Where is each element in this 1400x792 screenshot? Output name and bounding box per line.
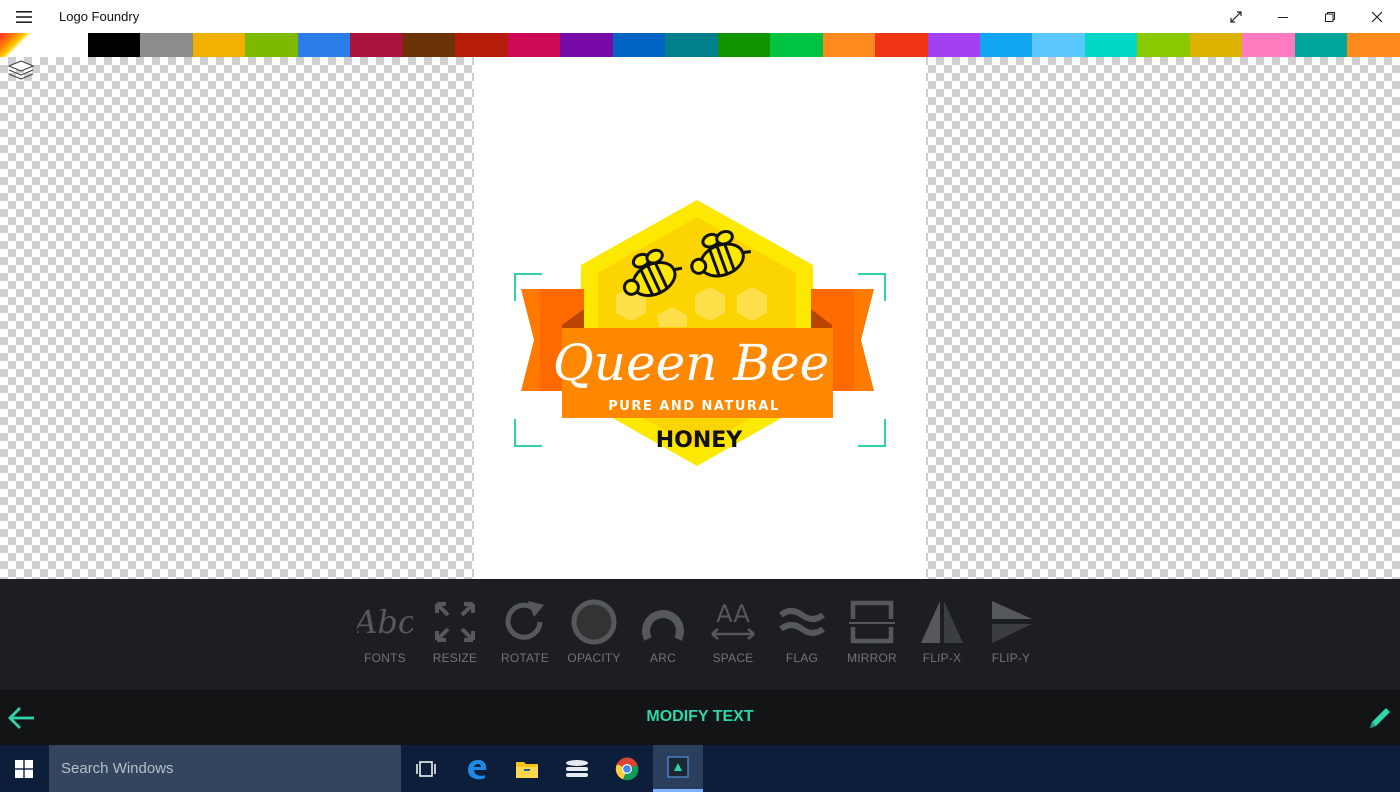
expand-icon[interactable]: [1212, 0, 1259, 33]
tool-label: FLIP-X: [922, 651, 962, 665]
restore-icon[interactable]: [1306, 0, 1353, 33]
resize-icon: [427, 597, 483, 647]
rotate-tool[interactable]: ROTATE: [490, 593, 560, 673]
color-swatch[interactable]: [350, 33, 403, 57]
tool-label: FLIP-Y: [991, 651, 1031, 665]
color-swatch[interactable]: [979, 33, 1033, 57]
logo-foundry-icon[interactable]: [653, 745, 703, 792]
color-swatch[interactable]: [140, 33, 193, 57]
windows-start-icon[interactable]: [0, 745, 48, 792]
task-view-icon[interactable]: [402, 745, 450, 792]
logo-title[interactable]: Queen Bee: [553, 334, 829, 392]
window-controls: [1212, 0, 1400, 33]
color-swatch[interactable]: [665, 33, 718, 57]
space-icon: AA: [705, 597, 761, 647]
flip-x-tool[interactable]: FLIP-X: [907, 593, 977, 673]
tool-label: MIRROR: [847, 651, 897, 665]
mirror-icon: [844, 597, 900, 647]
color-swatch[interactable]: [612, 33, 666, 57]
tool-label: SPACE: [712, 651, 754, 665]
arc-tool[interactable]: ARC: [628, 593, 698, 673]
rotate-icon: [497, 597, 553, 647]
space-tool[interactable]: AA SPACE: [698, 593, 768, 673]
resize-tool[interactable]: RESIZE: [420, 593, 490, 673]
opacity-icon: [566, 597, 622, 647]
color-swatch[interactable]: [1347, 33, 1400, 57]
tool-label: ROTATE: [500, 651, 550, 665]
color-swatch[interactable]: [717, 33, 771, 57]
action-title: MODIFY TEXT: [646, 708, 754, 725]
flag-tool[interactable]: FLAG: [767, 593, 837, 673]
color-swatch[interactable]: [34, 33, 88, 57]
edge-icon[interactable]: [453, 745, 501, 792]
svg-text:Abc: Abc: [357, 603, 413, 641]
storage-icon[interactable]: [553, 745, 601, 792]
pencil-icon[interactable]: [1366, 704, 1394, 732]
mirror-tool[interactable]: MIRROR: [837, 593, 907, 673]
app-title: Logo Foundry: [59, 9, 140, 24]
tool-label: OPACITY: [567, 651, 621, 665]
flip-y-icon: [983, 597, 1039, 647]
minimize-icon[interactable]: [1259, 0, 1306, 33]
taskbar-search[interactable]: [49, 745, 401, 792]
chrome-icon[interactable]: [603, 745, 651, 792]
opacity-tool[interactable]: OPACITY: [559, 593, 629, 673]
color-swatch[interactable]: [297, 33, 351, 57]
close-icon[interactable]: [1353, 0, 1400, 33]
artboard[interactable]: Queen Bee PURE AND NATURAL HONEY: [474, 57, 926, 579]
hamburger-icon[interactable]: [0, 0, 48, 33]
color-swatch[interactable]: [88, 33, 141, 57]
action-bar: MODIFY TEXT: [0, 690, 1400, 745]
svg-text:AA: AA: [716, 600, 750, 628]
search-input[interactable]: [49, 745, 401, 792]
color-swatch[interactable]: [245, 33, 298, 57]
color-swatch[interactable]: [1084, 33, 1138, 57]
layers-icon[interactable]: [6, 59, 36, 83]
color-swatch[interactable]: [560, 33, 613, 57]
tools-bar: Abc FONTS RESIZE ROTATE OPACITY ARC AA S…: [0, 579, 1400, 690]
color-swatch[interactable]: [927, 33, 980, 57]
tool-label: ARC: [650, 651, 676, 665]
arc-icon: [635, 597, 691, 647]
title-bar: Logo Foundry: [0, 0, 1400, 33]
file-explorer-icon[interactable]: [503, 745, 551, 792]
color-swatch[interactable]: [402, 33, 456, 57]
color-swatch[interactable]: [192, 33, 246, 57]
fonts-icon: Abc: [357, 597, 413, 647]
tool-label: RESIZE: [432, 651, 478, 665]
canvas-area[interactable]: Queen Bee PURE AND NATURAL HONEY: [0, 57, 1400, 579]
logo-subtitle[interactable]: HONEY: [656, 428, 744, 453]
arrow-left-icon[interactable]: [6, 702, 38, 734]
tool-label: FONTS: [364, 651, 406, 665]
color-swatch[interactable]: [1032, 33, 1085, 57]
taskbar: [0, 745, 1400, 792]
color-swatch[interactable]: [1137, 33, 1190, 57]
color-swatch[interactable]: [822, 33, 876, 57]
color-swatch[interactable]: [1189, 33, 1243, 57]
flip-y-tool[interactable]: FLIP-Y: [976, 593, 1046, 673]
color-swatch[interactable]: [507, 33, 561, 57]
color-palette: [0, 33, 1400, 57]
custom-color-swatch[interactable]: [0, 33, 34, 57]
logo-tagline[interactable]: PURE AND NATURAL: [608, 399, 779, 414]
queen-bee-logo[interactable]: Queen Bee PURE AND NATURAL HONEY: [474, 57, 926, 579]
color-swatch[interactable]: [1294, 33, 1348, 57]
color-swatch[interactable]: [1242, 33, 1295, 57]
flag-icon: [774, 597, 830, 647]
tool-label: FLAG: [785, 651, 819, 665]
fonts-tool[interactable]: Abc FONTS: [350, 593, 420, 673]
color-swatch[interactable]: [455, 33, 508, 57]
color-swatch[interactable]: [875, 33, 928, 57]
flip-x-icon: [914, 597, 970, 647]
color-swatch[interactable]: [770, 33, 823, 57]
